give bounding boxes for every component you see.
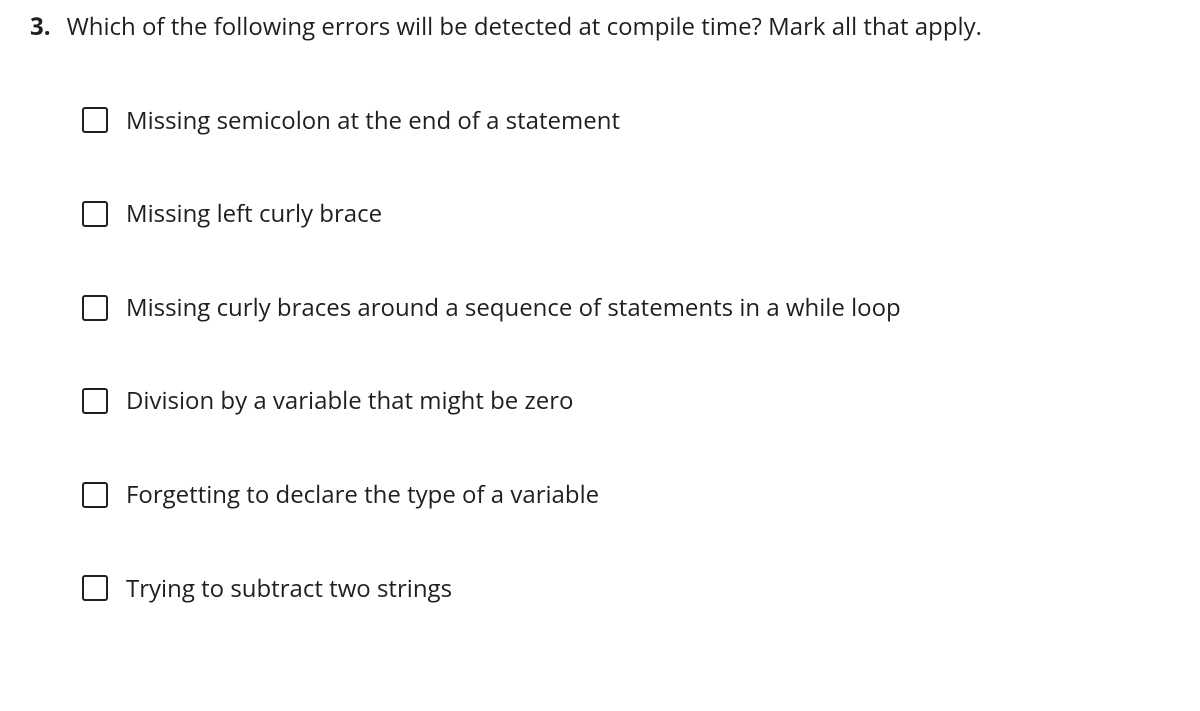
option-item: Trying to subtract two strings [82,572,1170,606]
option-label[interactable]: Missing semicolon at the end of a statem… [126,104,620,138]
checkbox[interactable] [82,107,108,133]
option-item: Division by a variable that might be zer… [82,384,1170,418]
checkbox[interactable] [82,482,108,508]
option-item: Forgetting to declare the type of a vari… [82,478,1170,512]
question-text: Which of the following errors will be de… [67,10,982,44]
option-label[interactable]: Trying to subtract two strings [126,572,452,606]
option-label[interactable]: Missing left curly brace [126,197,382,231]
checkbox[interactable] [82,388,108,414]
option-label[interactable]: Forgetting to declare the type of a vari… [126,478,599,512]
checkbox[interactable] [82,201,108,227]
question-number: 3. [30,10,51,44]
checkbox[interactable] [82,575,108,601]
options-list: Missing semicolon at the end of a statem… [30,104,1170,606]
question-row: 3. Which of the following errors will be… [30,10,1170,44]
option-item: Missing left curly brace [82,197,1170,231]
option-item: Missing curly braces around a sequence o… [82,291,1170,325]
option-label[interactable]: Missing curly braces around a sequence o… [126,291,901,325]
option-label[interactable]: Division by a variable that might be zer… [126,384,573,418]
option-item: Missing semicolon at the end of a statem… [82,104,1170,138]
checkbox[interactable] [82,295,108,321]
